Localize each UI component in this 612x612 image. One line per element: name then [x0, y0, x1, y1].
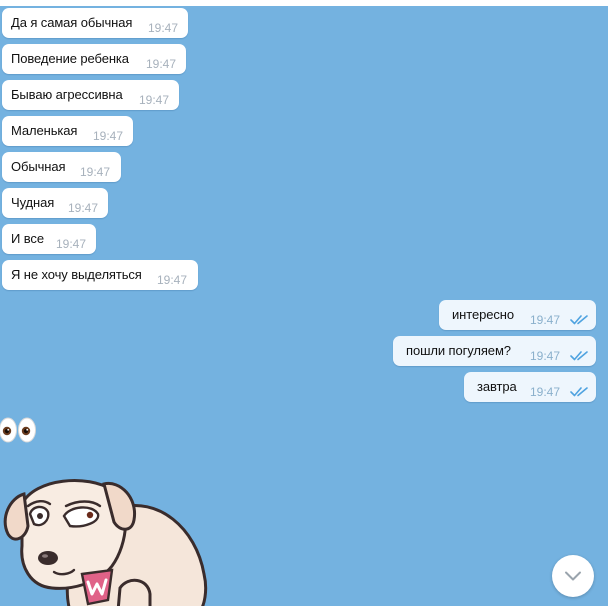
message-incoming[interactable]: Я не хочу выделяться 19:47 [2, 260, 198, 290]
message-incoming[interactable]: Обычная 19:47 [2, 152, 121, 182]
message-time: 19:47 [68, 201, 99, 215]
chevron-down-icon [565, 571, 581, 581]
message-incoming[interactable]: Да я самая обычная 19:47 [2, 8, 188, 38]
message-incoming[interactable]: Бываю агрессивна 19:47 [2, 80, 179, 110]
message-incoming[interactable]: И все 19:47 [2, 224, 96, 254]
message-incoming[interactable]: Чудная 19:47 [2, 188, 108, 218]
message-time: 19:47 [146, 57, 177, 71]
message-text: интересно [452, 307, 514, 322]
message-time: 19:47 [93, 129, 124, 143]
message-outgoing[interactable]: завтра 19:47 [464, 372, 596, 402]
message-incoming[interactable]: Поведение ребенка 19:47 [2, 44, 186, 74]
message-time: 19:47 [80, 165, 111, 179]
message-text: завтра [477, 379, 517, 394]
message-text: Да я самая обычная [11, 15, 133, 30]
message-text: И все [11, 231, 44, 246]
message-time: 19:47 [530, 313, 561, 327]
message-incoming[interactable]: Маленькая 19:47 [2, 116, 133, 146]
chat-area[interactable]: Да я самая обычная 19:47 Поведение ребен… [0, 6, 608, 606]
double-check-icon [570, 315, 588, 325]
message-time: 19:47 [56, 237, 87, 251]
message-text: пошли погуляем? [406, 343, 511, 358]
message-time: 19:47 [148, 21, 179, 35]
eyes-emoji[interactable] [0, 416, 38, 444]
message-time: 19:47 [157, 273, 188, 287]
message-text: Маленькая [11, 123, 78, 138]
double-check-icon [570, 387, 588, 397]
message-text: Обычная [11, 159, 66, 174]
message-time: 19:47 [139, 93, 170, 107]
scroll-down-button[interactable] [552, 555, 594, 597]
message-time: 19:47 [530, 385, 561, 399]
dog-sticker[interactable] [0, 466, 210, 606]
message-text: Я не хочу выделяться [11, 267, 142, 282]
message-text: Поведение ребенка [11, 51, 129, 66]
message-text: Чудная [11, 195, 55, 210]
message-text: Бываю агрессивна [11, 87, 123, 102]
message-time: 19:47 [530, 349, 561, 363]
message-outgoing[interactable]: пошли погуляем? 19:47 [393, 336, 596, 366]
message-outgoing[interactable]: интересно 19:47 [439, 300, 596, 330]
double-check-icon [570, 351, 588, 361]
